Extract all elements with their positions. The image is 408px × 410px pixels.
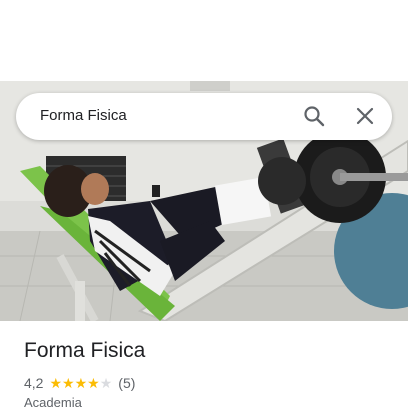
star-icon: ★ xyxy=(74,375,88,391)
star-icon: ★ xyxy=(49,375,63,391)
star-icon: ★ xyxy=(87,375,100,391)
place-name[interactable]: Forma Fisica xyxy=(24,339,145,363)
search-query[interactable]: Forma Fisica xyxy=(40,107,127,124)
top-area xyxy=(0,0,408,81)
star-icon: ★ xyxy=(62,375,75,391)
rating-row[interactable]: 4,2 ★ ★ ★ ★ ★ (5) xyxy=(24,374,135,392)
place-category: Academia xyxy=(24,395,82,410)
rating-stars: ★ ★ ★ ★ ★ xyxy=(49,376,112,390)
close-icon[interactable] xyxy=(353,104,377,128)
search-bar[interactable]: Forma Fisica xyxy=(16,93,392,140)
star-empty-icon: ★ xyxy=(99,375,113,391)
review-count[interactable]: (5) xyxy=(118,375,135,391)
search-icon[interactable] xyxy=(302,104,326,128)
rating-value: 4,2 xyxy=(24,375,44,391)
